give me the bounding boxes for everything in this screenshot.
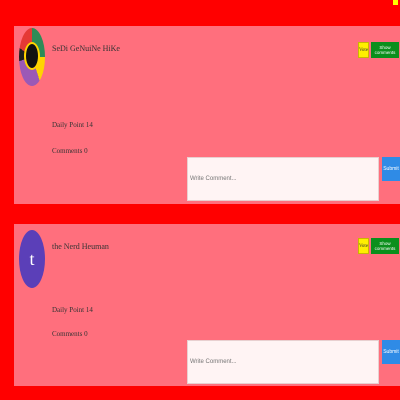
comment-input[interactable] [187, 157, 379, 201]
comments-count-text: Comments 0 [52, 147, 88, 155]
submit-button[interactable]: Submit [382, 157, 400, 181]
show-comments-button[interactable]: Show comments [371, 42, 399, 58]
submit-button[interactable]: Submit [382, 340, 400, 364]
post-card: SeDi GeNuiNe HiKe Vote Show comments Dai… [14, 26, 400, 204]
avatar[interactable] [19, 28, 45, 86]
comment-input[interactable] [187, 340, 379, 384]
daily-point-text: Daily Point 14 [52, 121, 93, 129]
avatar[interactable]: t [19, 230, 45, 288]
post-username[interactable]: SeDi GeNuiNe HiKe [52, 44, 120, 53]
post-username[interactable]: the Nerd Heuman [52, 242, 109, 251]
daily-point-text: Daily Point 14 [52, 306, 93, 314]
post-card: t the Nerd Heuman Vote Show comments Dai… [14, 224, 400, 386]
corner-marker [393, 0, 398, 5]
vote-badge[interactable]: Vote [358, 42, 369, 58]
show-comments-button[interactable]: Show comments [371, 238, 399, 254]
comments-count-text: Comments 0 [52, 330, 88, 338]
vote-badge[interactable]: Vote [358, 238, 369, 254]
